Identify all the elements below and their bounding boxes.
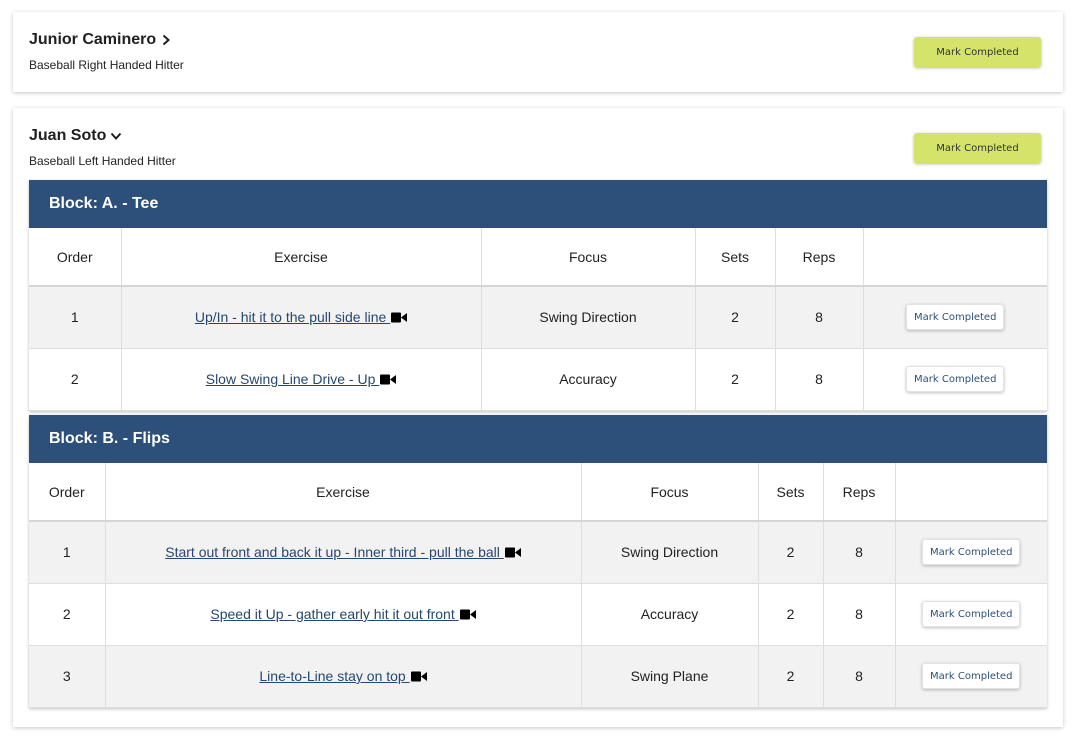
exercise-link-label[interactable]: Start out front and back it up - Inner t… bbox=[165, 544, 504, 560]
column-header-exercise: Exercise bbox=[121, 228, 482, 287]
block-a-tee: Block: A. - Tee Order Exercise Focus Set… bbox=[29, 180, 1047, 411]
exercise-table: Order Exercise Focus Sets Reps 1 Start o… bbox=[29, 463, 1047, 708]
video-camera-icon[interactable] bbox=[504, 547, 521, 558]
action-cell: Mark Completed bbox=[895, 583, 1047, 646]
column-header-sets: Sets bbox=[758, 463, 824, 522]
sets-cell: 2 bbox=[758, 645, 824, 708]
athlete-name-toggle[interactable]: Junior Caminero bbox=[29, 31, 172, 49]
column-header-focus: Focus bbox=[481, 228, 696, 287]
column-header-actions bbox=[863, 228, 1047, 287]
exercise-cell: Speed it Up - gather early hit it out fr… bbox=[105, 583, 582, 646]
exercise-cell: Line-to-Line stay on top bbox=[105, 645, 582, 708]
block-b-flips: Block: B. - Flips Order Exercise Focus S… bbox=[29, 415, 1047, 708]
exercise-cell: Start out front and back it up - Inner t… bbox=[105, 521, 582, 584]
order-cell: 2 bbox=[29, 348, 122, 411]
focus-cell: Accuracy bbox=[581, 583, 759, 646]
column-header-reps: Reps bbox=[775, 228, 864, 287]
reps-cell: 8 bbox=[823, 583, 896, 646]
exercise-link-label[interactable]: Line-to-Line stay on top bbox=[259, 668, 409, 684]
order-cell: 1 bbox=[29, 521, 106, 584]
mark-completed-athlete-button[interactable]: Mark Completed bbox=[914, 133, 1041, 163]
block-header: Block: B. - Flips bbox=[29, 415, 1047, 463]
table-row: 2 Speed it Up - gather early hit it out … bbox=[29, 583, 1047, 646]
athlete-subtitle: Baseball Left Handed Hitter bbox=[29, 154, 176, 168]
exercise-link[interactable]: Slow Swing Line Drive - Up bbox=[206, 371, 397, 387]
athlete-subtitle: Baseball Right Handed Hitter bbox=[29, 58, 184, 72]
action-cell: Mark Completed bbox=[863, 286, 1047, 349]
athlete-name[interactable]: Juan Soto bbox=[29, 127, 106, 145]
sets-cell: 2 bbox=[758, 521, 824, 584]
column-header-reps: Reps bbox=[823, 463, 896, 522]
exercise-table: Order Exercise Focus Sets Reps 1 Up/In -… bbox=[29, 228, 1047, 411]
order-cell: 2 bbox=[29, 583, 106, 646]
athlete-card-juan-soto: Juan Soto Baseball Left Handed Hitter Ma… bbox=[13, 108, 1063, 727]
sets-cell: 2 bbox=[758, 583, 824, 646]
mark-completed-exercise-button[interactable]: Mark Completed bbox=[906, 366, 1005, 392]
exercise-cell: Slow Swing Line Drive - Up bbox=[121, 348, 482, 411]
exercise-link[interactable]: Start out front and back it up - Inner t… bbox=[165, 544, 521, 560]
video-camera-icon[interactable] bbox=[391, 312, 408, 323]
sets-cell: 2 bbox=[695, 348, 776, 411]
video-camera-icon[interactable] bbox=[459, 609, 476, 620]
mark-completed-athlete-button[interactable]: Mark Completed bbox=[914, 37, 1041, 67]
column-header-actions bbox=[895, 463, 1047, 522]
block-header: Block: A. - Tee bbox=[29, 180, 1047, 228]
column-header-focus: Focus bbox=[581, 463, 759, 522]
table-row: 1 Start out front and back it up - Inner… bbox=[29, 521, 1047, 584]
chevron-right-icon[interactable] bbox=[160, 34, 172, 46]
column-header-order: Order bbox=[29, 463, 106, 522]
column-header-order: Order bbox=[29, 228, 122, 287]
exercise-link[interactable]: Line-to-Line stay on top bbox=[259, 668, 427, 684]
athlete-name-toggle[interactable]: Juan Soto bbox=[29, 127, 122, 145]
sets-cell: 2 bbox=[695, 286, 776, 349]
column-header-sets: Sets bbox=[695, 228, 776, 287]
mark-completed-exercise-button[interactable]: Mark Completed bbox=[922, 539, 1021, 566]
video-camera-icon[interactable] bbox=[410, 671, 427, 682]
exercise-link-label[interactable]: Speed it Up - gather early hit it out fr… bbox=[210, 606, 458, 622]
reps-cell: 8 bbox=[775, 286, 864, 349]
chevron-down-icon[interactable] bbox=[110, 130, 122, 142]
focus-cell: Accuracy bbox=[481, 348, 696, 411]
table-row: 3 Line-to-Line stay on top Swing Plane 2… bbox=[29, 645, 1047, 708]
table-row: 1 Up/In - hit it to the pull side line S… bbox=[29, 286, 1047, 349]
focus-cell: Swing Direction bbox=[581, 521, 759, 584]
exercise-cell: Up/In - hit it to the pull side line bbox=[121, 286, 482, 349]
order-cell: 3 bbox=[29, 645, 106, 708]
action-cell: Mark Completed bbox=[863, 348, 1047, 411]
action-cell: Mark Completed bbox=[895, 521, 1047, 584]
reps-cell: 8 bbox=[823, 521, 896, 584]
reps-cell: 8 bbox=[775, 348, 864, 411]
action-cell: Mark Completed bbox=[895, 645, 1047, 708]
exercise-link[interactable]: Speed it Up - gather early hit it out fr… bbox=[210, 606, 476, 622]
mark-completed-exercise-button[interactable]: Mark Completed bbox=[922, 663, 1021, 689]
table-row: 2 Slow Swing Line Drive - Up Accuracy 2 … bbox=[29, 348, 1047, 411]
focus-cell: Swing Plane bbox=[581, 645, 759, 708]
video-camera-icon[interactable] bbox=[380, 374, 397, 385]
athlete-card-junior-caminero: Junior Caminero Baseball Right Handed Hi… bbox=[13, 12, 1063, 92]
column-header-exercise: Exercise bbox=[105, 463, 582, 522]
order-cell: 1 bbox=[29, 286, 122, 349]
exercise-link-label[interactable]: Slow Swing Line Drive - Up bbox=[206, 371, 380, 387]
exercise-link[interactable]: Up/In - hit it to the pull side line bbox=[195, 309, 408, 325]
reps-cell: 8 bbox=[823, 645, 896, 708]
focus-cell: Swing Direction bbox=[481, 286, 696, 349]
exercise-link-label[interactable]: Up/In - hit it to the pull side line bbox=[195, 309, 390, 325]
mark-completed-exercise-button[interactable]: Mark Completed bbox=[906, 304, 1005, 331]
athlete-name[interactable]: Junior Caminero bbox=[29, 31, 156, 49]
mark-completed-exercise-button[interactable]: Mark Completed bbox=[922, 601, 1021, 627]
